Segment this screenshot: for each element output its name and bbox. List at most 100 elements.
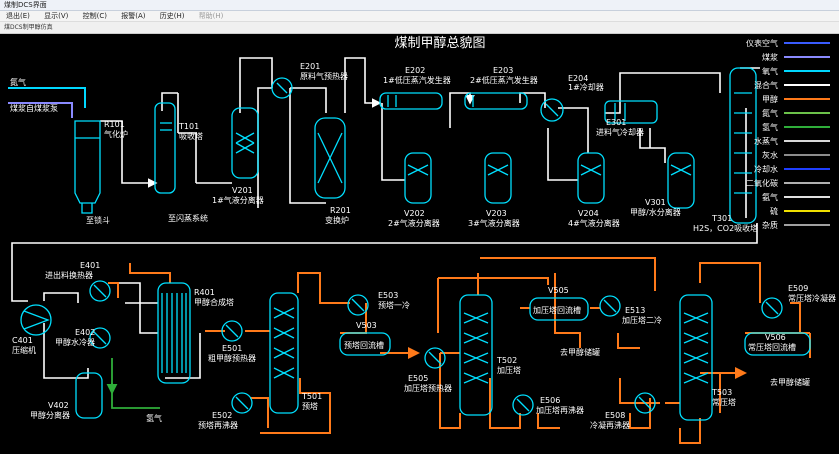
menu-exit[interactable]: 退出(E)	[0, 11, 36, 21]
legend-label: 灰水	[762, 150, 778, 160]
v402-tag: V402	[48, 401, 69, 410]
r101-name: 气化炉	[104, 129, 128, 139]
e503-name: 预塔一冷	[378, 300, 410, 310]
legend-label: 氧气	[762, 66, 778, 76]
e201-name: 原料气预热器	[300, 71, 348, 81]
window-title: 煤制DCS界面	[4, 1, 47, 9]
v301-name: 甲醇/水分离器	[630, 207, 681, 217]
v201-tag: V201	[232, 186, 253, 195]
legend-label: 氨气	[762, 192, 778, 202]
e402-tag: E402	[75, 328, 95, 337]
t503-name: 常压塔	[712, 397, 736, 407]
legend-label: 冷却水	[754, 164, 778, 174]
t301-name: H2S，CO2吸收塔	[693, 223, 758, 233]
e401-name: 进出料换热器	[45, 270, 93, 280]
t101-tag: T101	[178, 122, 199, 131]
r401-name: 甲醇合成塔	[194, 297, 234, 307]
e505-tag: E505	[408, 374, 428, 383]
t502-name: 加压塔	[497, 365, 521, 375]
equipment-shapes	[20, 67, 811, 421]
e513-tag: E513	[625, 306, 645, 315]
legend-label: 仪表空气	[746, 38, 778, 48]
legend-label: 氢气	[762, 122, 778, 132]
e301-tag: E301	[606, 118, 626, 127]
e501-name: 粗甲醇预热器	[208, 353, 256, 363]
t502-tag: T502	[496, 356, 517, 365]
c401-tag: C401	[12, 336, 33, 345]
r201-name: 变换炉	[325, 215, 349, 225]
legend-label: 甲醇	[762, 94, 778, 104]
e509-tag: E509	[788, 284, 808, 293]
output-slag: 至锁斗	[86, 215, 110, 225]
e503-tag: E503	[378, 291, 398, 300]
v203-tag: V203	[486, 209, 507, 218]
window-titlebar: 煤制DCS界面	[0, 0, 839, 11]
r401-tag: R401	[194, 288, 215, 297]
e203-tag: E203	[493, 66, 513, 75]
t501-tag: T501	[301, 392, 322, 401]
legend-label: 水蒸气	[754, 136, 778, 146]
t301-tag: T301	[711, 214, 732, 223]
t503-tag: T503	[711, 388, 732, 397]
c401-name: 压缩机	[12, 345, 36, 355]
hydrogen-pipe	[106, 358, 160, 409]
legend-label: 二氧化碳	[746, 178, 778, 188]
menu-alarm[interactable]: 报警(A)	[115, 11, 151, 21]
input-lines	[8, 87, 86, 118]
e402-name: 甲醇水冷器	[55, 337, 95, 347]
v402-name: 甲醇分离器	[30, 410, 70, 420]
output-methanol-tank: 去甲醇储罐	[560, 347, 600, 357]
v204-tag: V204	[578, 209, 599, 218]
v203-name: 3#气液分离器	[468, 218, 520, 228]
menu-bar: 退出(E) 显示(V) 控制(C) 报警(A) 历史(H) 帮助(H)	[0, 11, 839, 22]
v301-tag: V301	[645, 198, 666, 207]
input-n2-label: 氮气	[10, 77, 26, 87]
e204-name: 1#冷却器	[568, 82, 604, 92]
e201-tag: E201	[300, 62, 320, 71]
v202-tag: V202	[404, 209, 425, 218]
v506-name: 常压塔回流槽	[748, 342, 796, 352]
v503-tag: V503	[356, 321, 377, 330]
e506-name: 加压塔再沸器	[536, 405, 584, 415]
e401-tag: E401	[80, 261, 100, 270]
e513-name: 加压塔二冷	[622, 315, 662, 325]
v506-tag: V506	[765, 333, 786, 342]
r201-tag: R201	[330, 206, 351, 215]
menu-view[interactable]: 显示(V)	[38, 11, 74, 21]
e506-tag: E506	[540, 396, 560, 405]
menu-control[interactable]: 控制(C)	[77, 11, 113, 21]
menu-help[interactable]: 帮助(H)	[193, 11, 230, 21]
e501-tag: E501	[222, 344, 242, 353]
output-h2: 氢气	[146, 413, 162, 423]
t101-name: 吸收塔	[179, 131, 203, 141]
v201-name: 1#气液分离器	[212, 195, 264, 205]
e505-name: 加压塔预热器	[404, 383, 452, 393]
e202-tag: E202	[405, 66, 425, 75]
input-coal-label: 煤浆自煤浆泵	[10, 103, 58, 113]
legend-label: 煤浆	[762, 52, 778, 62]
menu-history[interactable]: 历史(H)	[154, 11, 191, 21]
e508-tag: E508	[605, 411, 625, 420]
output-flash: 至闪蒸系统	[168, 213, 208, 223]
e202-name: 1#低压蒸汽发生器	[383, 75, 451, 85]
e203-name: 2#低压蒸汽发生器	[470, 75, 538, 85]
e502-tag: E502	[212, 411, 232, 420]
process-diagram: 煤制甲醇总貌图 氮气 煤浆自煤浆泵 R101 气化炉 T101 吸收塔 V201…	[8, 35, 836, 444]
v505-tag: V505	[548, 286, 569, 295]
t501-name: 预塔	[302, 401, 318, 411]
e301-name: 进料气冷却器	[596, 127, 644, 137]
legend-label: 混合气	[754, 80, 778, 90]
output-methanol-tank2: 去甲醇储罐	[770, 377, 810, 387]
legend-label: 氮气	[762, 108, 778, 118]
r101-tag: R101	[104, 120, 125, 129]
toolbar-text: 煤DCS制甲醇仿真	[4, 24, 53, 31]
legend: 仪表空气煤浆氧气混合气甲醇氮气氢气水蒸气灰水冷却水二氧化碳氨气硫杂质	[746, 38, 830, 230]
e509-name: 常压塔冷凝器	[788, 293, 836, 303]
legend-label: 硫	[770, 206, 778, 216]
legend-label: 杂质	[762, 220, 778, 230]
v202-name: 2#气液分离器	[388, 218, 440, 228]
diagram-title: 煤制甲醇总貌图	[394, 35, 485, 51]
e204-tag: E204	[568, 74, 588, 83]
e508-name: 冷凝再沸器	[590, 420, 630, 430]
v204-name: 4#气液分离器	[568, 218, 620, 228]
